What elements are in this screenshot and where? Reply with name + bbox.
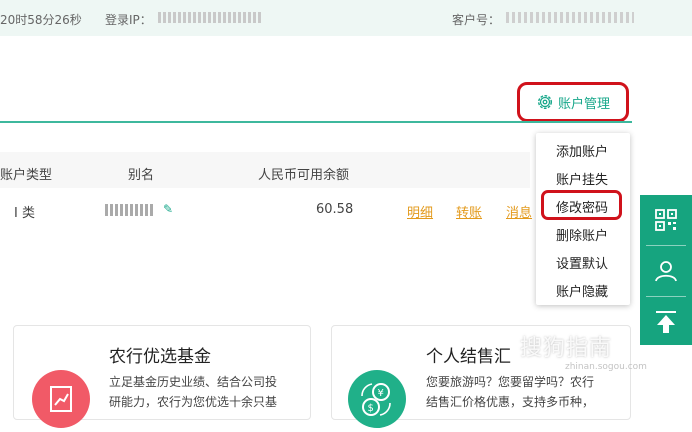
header-account-type: 账户类型	[0, 168, 53, 183]
login-ip-label: 登录IP：	[105, 13, 152, 27]
account-type-cell: I 类	[14, 206, 35, 221]
fund-promo-card[interactable]: 农行优选基金 立足基金历史业绩、结合公司投 研能力，农行为您优选十余只基	[13, 325, 311, 428]
login-time: 20时58分26秒	[0, 13, 82, 27]
svg-text:$: $	[368, 403, 374, 414]
back-to-top-button[interactable]	[640, 297, 692, 347]
customer-number-redacted	[506, 12, 634, 23]
fund-card-desc-line-2: 研能力，农行为您优选十余只基	[109, 395, 278, 409]
fx-card-title: 个人结售汇	[426, 347, 511, 367]
fund-card-title: 农行优选基金	[109, 347, 211, 367]
fund-card-desc-line-1: 立足基金历史业绩、结合公司投	[109, 375, 278, 389]
section-divider	[0, 121, 632, 123]
header-alias: 别名	[128, 168, 155, 183]
details-link[interactable]: 明细	[407, 202, 433, 221]
header-rmb-balance: 人民币可用余额	[258, 168, 350, 183]
fx-card-desc-line-1: 您要旅游吗？您要留学吗？农行	[426, 375, 595, 389]
sogou-watermark: 搜狗指南	[520, 336, 613, 361]
qr-code-button[interactable]	[640, 195, 692, 245]
table-row: I 类 ✎ 60.58 明细 转账 消息	[0, 198, 560, 224]
sogou-watermark-url: zhinan.sogou.com	[565, 362, 647, 372]
top-info-bar: 20时58分26秒 登录IP： 客户号：	[0, 0, 692, 36]
back-to-top-icon	[656, 311, 676, 333]
user-group-icon	[655, 261, 677, 282]
menu-item-hide-account[interactable]: 账户隐藏	[556, 281, 608, 300]
gear-icon	[537, 94, 553, 110]
balance-cell: 60.58	[316, 202, 354, 217]
menu-item-add-account[interactable]: 添加账户	[556, 141, 608, 160]
transfer-link[interactable]: 转账	[456, 202, 482, 221]
svg-text:¥: ¥	[378, 388, 384, 399]
customer-service-button[interactable]	[640, 246, 692, 296]
menu-item-report-loss[interactable]: 账户挂失	[556, 169, 608, 188]
account-management-label: 账户管理	[557, 96, 610, 112]
message-link[interactable]: 消息	[506, 202, 532, 221]
account-management-button[interactable]: 账户管理	[517, 82, 629, 122]
change-password-highlight	[541, 190, 622, 220]
floating-sidebar	[640, 195, 692, 345]
fund-chart-icon	[32, 370, 90, 428]
edit-pencil-icon[interactable]: ✎	[163, 202, 173, 216]
menu-item-set-default[interactable]: 设置默认	[556, 253, 608, 272]
menu-item-delete-account[interactable]: 删除账户	[556, 225, 608, 244]
login-ip-value-redacted	[158, 12, 262, 23]
account-table-header: 账户类型 别名 人民币可用余额	[0, 152, 530, 188]
currency-exchange-icon: ¥ $	[348, 370, 406, 428]
fx-card-desc-line-2: 结售汇价格优惠，支持多币种，	[426, 395, 595, 409]
customer-number-label: 客户号：	[452, 13, 501, 27]
qr-code-icon	[655, 209, 677, 231]
alias-redacted	[105, 204, 155, 216]
